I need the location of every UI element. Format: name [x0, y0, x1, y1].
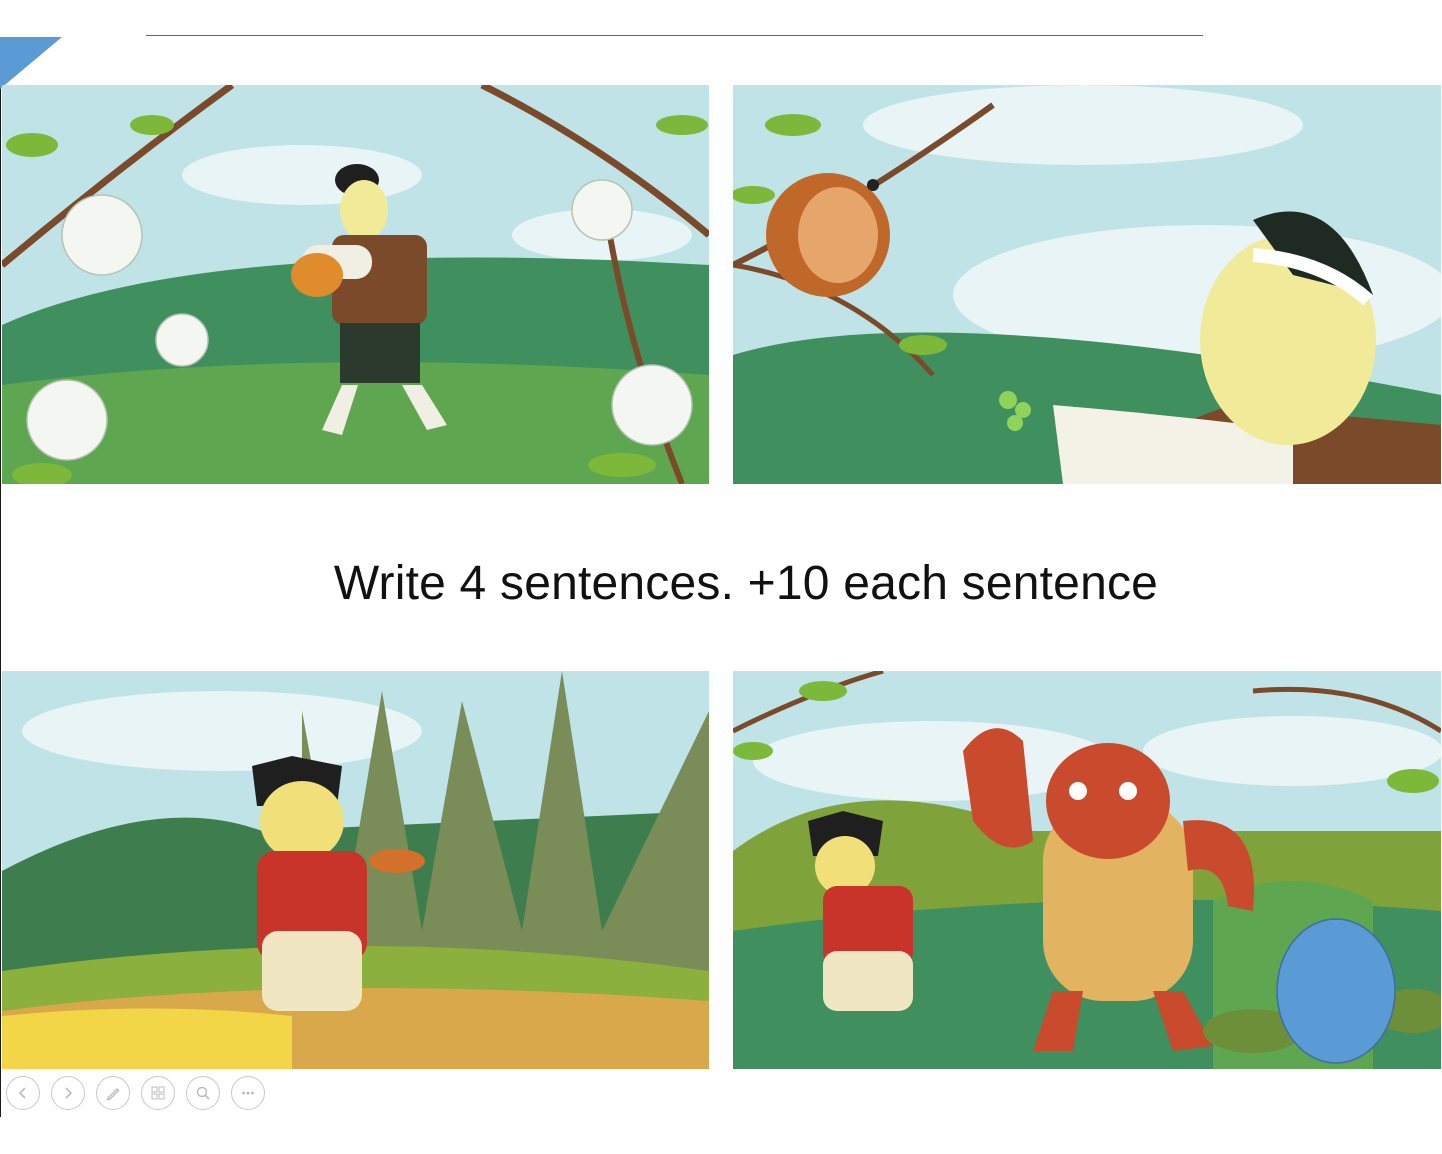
- scene-man-holding-bird: [2, 85, 709, 484]
- more-icon: [242, 1091, 254, 1095]
- pen-tool-button[interactable]: [96, 1076, 130, 1110]
- pen-icon: [106, 1088, 120, 1101]
- scene-oni-demon-and-man: [733, 671, 1441, 1069]
- blue-oval-shape: [1276, 918, 1396, 1064]
- scene-man-with-bird-in-grass: [2, 671, 709, 1069]
- picture-panel-2: [733, 85, 1441, 484]
- picture-panel-4: [733, 671, 1441, 1069]
- picture-panel-3: [2, 671, 709, 1069]
- picture-panel-1: [2, 85, 709, 484]
- next-slide-button[interactable]: [51, 1076, 85, 1110]
- slides-grid-icon: [151, 1086, 165, 1100]
- see-all-slides-button[interactable]: [141, 1076, 175, 1110]
- zoom-icon: [196, 1086, 210, 1100]
- previous-slide-button[interactable]: [6, 1076, 40, 1110]
- more-options-button[interactable]: [231, 1076, 265, 1110]
- zoom-button[interactable]: [186, 1076, 220, 1110]
- next-icon: [65, 1087, 73, 1099]
- slideshow-toolbar: [6, 1076, 265, 1112]
- slide-corner-marker: [0, 37, 62, 89]
- top-rule: [146, 35, 1203, 36]
- previous-icon: [18, 1087, 26, 1099]
- instruction-text: Write 4 sentences. +10 each sentence: [333, 557, 1159, 610]
- scene-bird-and-man-with-seeds: [733, 85, 1441, 484]
